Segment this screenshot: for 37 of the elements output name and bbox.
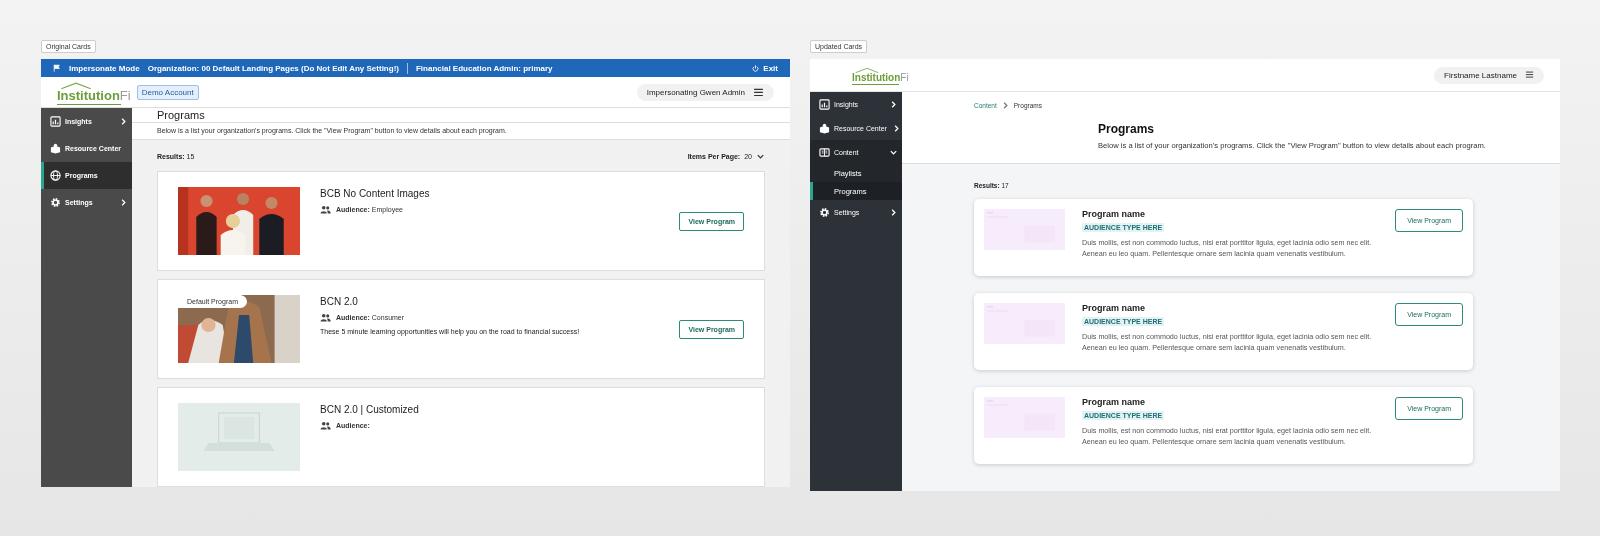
box-icon — [50, 143, 61, 154]
program-title: BCN 2.0 — [320, 296, 359, 307]
account-badge: Demo Account — [136, 84, 199, 100]
book-icon — [819, 146, 830, 158]
program-title: BCB No Content Images — [320, 188, 431, 199]
chevron-icon — [119, 117, 128, 126]
program-title: Program name — [1082, 209, 1147, 219]
people-icon — [320, 313, 331, 322]
organization-text: Organization: 00 Default Landing Pages (Do Not Edit Any Setting!) — [147, 63, 399, 73]
power-icon — [752, 64, 760, 72]
program-title: BCN 2.0 | Customized — [320, 404, 420, 415]
logo: InstitutionFi — [852, 67, 909, 83]
people-icon — [320, 421, 331, 430]
menu-icon — [1525, 71, 1534, 79]
mode-text: Impersonate Mode — [69, 63, 140, 73]
exit-link[interactable]: Exit — [763, 63, 778, 73]
role-text: Financial Education Admin: primary — [415, 63, 553, 73]
chevron-icon — [889, 207, 898, 217]
globe-icon — [50, 170, 61, 181]
box-icon — [819, 122, 830, 134]
chevron-icon — [756, 152, 765, 161]
chevron-icon — [119, 198, 128, 207]
settings-icon — [819, 206, 830, 218]
settings-icon — [50, 197, 61, 208]
user-menu-button[interactable]: Firstname Lastname — [1434, 66, 1544, 84]
page-title: Programs — [1098, 122, 1156, 136]
menu-icon — [753, 87, 764, 97]
program-title: Program name — [1082, 397, 1147, 407]
page-title: Programs — [157, 108, 205, 121]
chart-icon — [819, 98, 830, 110]
user-menu-button[interactable]: Impersonating Gwen Admin — [636, 83, 774, 101]
program-title: Program name — [1082, 303, 1147, 313]
logo: InstitutionFi — [57, 81, 131, 103]
chart-icon — [50, 116, 61, 127]
people-icon — [320, 205, 331, 214]
chevron-icon — [889, 99, 898, 109]
flag-icon — [53, 64, 61, 72]
